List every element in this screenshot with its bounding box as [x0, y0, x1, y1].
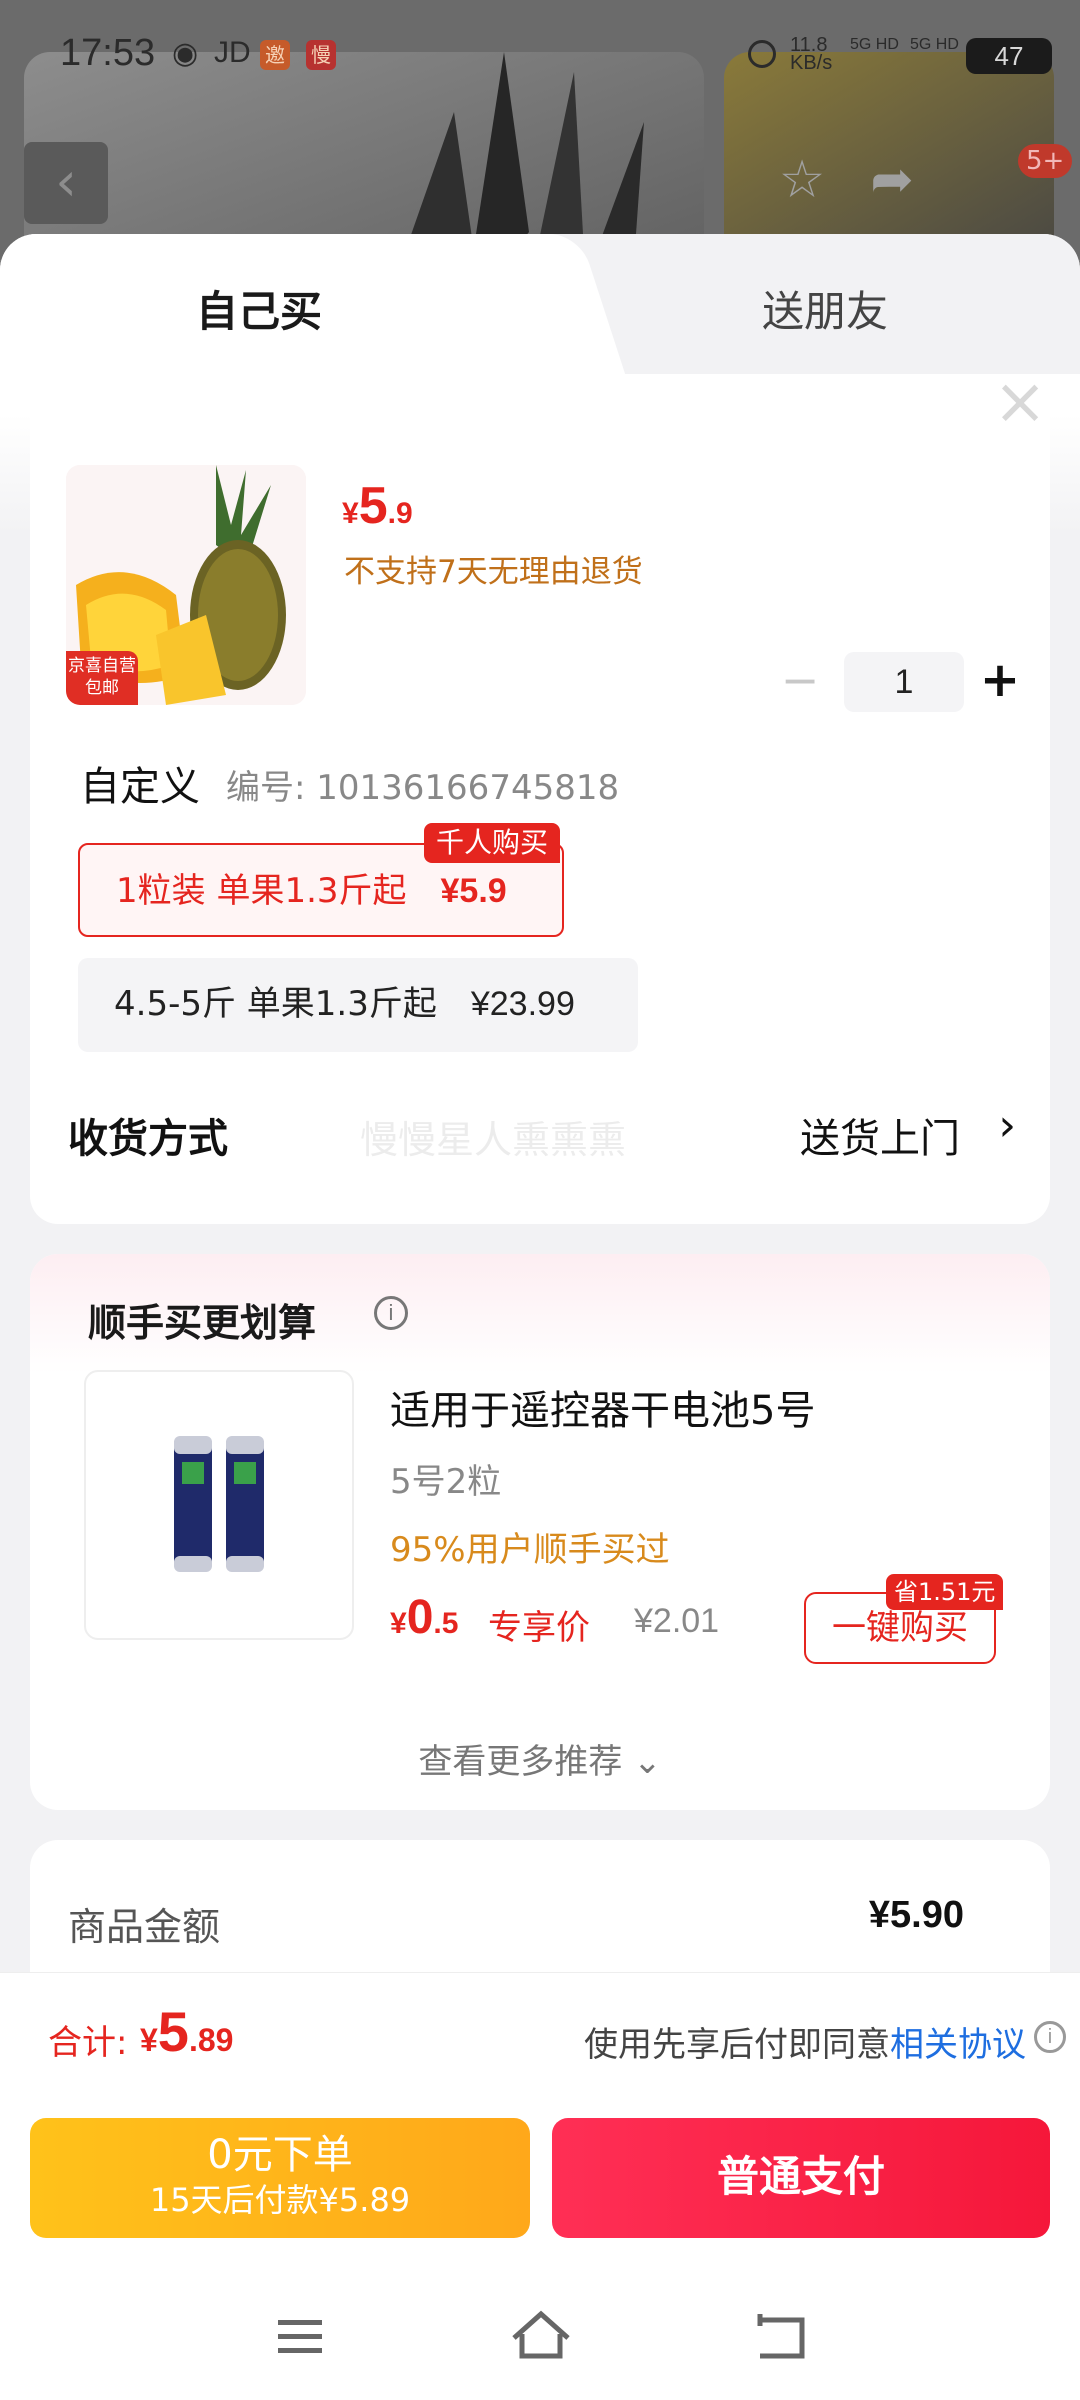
goods-amount-label: 商品金额 [68, 1905, 221, 1949]
recommended-item-price: ¥0.5 [390, 1590, 458, 1645]
tag-line-2: 包邮 [85, 678, 119, 698]
price-symbol: ¥ [390, 1607, 407, 1640]
pay-later-subtitle: 15天后付款¥5.89 [149, 2181, 411, 2219]
exclusive-price-label: 专享价 [488, 1608, 590, 1648]
chevron-down-icon: ⌄ [633, 1742, 662, 1782]
tab-gift-friend[interactable]: 送朋友 [762, 278, 888, 339]
self-operated-tag: 京喜自营 包邮 [66, 651, 138, 705]
network-speed: 11.8 KB/s [790, 35, 833, 74]
quantity-stepper: − 1 + [770, 652, 1020, 712]
total-bar: 合计: ¥5.89 使用先享后付即同意相关协议 i [0, 1972, 1080, 2104]
goods-amount-value: ¥5.90 [868, 1894, 964, 1936]
decrease-quantity-button[interactable]: − [770, 652, 830, 712]
tag-line-1: 京喜自营 [68, 656, 136, 676]
status-bar: 17:53 ◉ JD 邀 慢 11.8 KB/s 5G HD 5G HD 47 [0, 0, 1080, 110]
favorite-icon[interactable]: ☆ [772, 150, 832, 210]
agreement-link[interactable]: 相关协议 [890, 2025, 1026, 2065]
share-icon[interactable]: ➦ [862, 150, 922, 210]
product-price: ¥5.9 [342, 476, 413, 536]
shipping-watermark: 慢慢星人熏熏熏 [360, 1118, 627, 1162]
total-price: ¥5.89 [140, 1999, 233, 2064]
app-notification-icon: 慢 [306, 40, 336, 70]
menu-icon[interactable] [264, 2306, 334, 2366]
return-notice: 不支持7天无理由退货 [344, 554, 643, 590]
pay-later-button[interactable]: 0元下单 15天后付款¥5.89 [30, 2118, 530, 2238]
shipping-method-value[interactable]: 送货上门 [800, 1106, 960, 1164]
back-icon[interactable] [746, 2306, 816, 2366]
tab-self-buy[interactable]: 自己买 [196, 278, 322, 339]
app-notification-icon: 邀 [260, 40, 290, 70]
recommendation-card: 顺手买更划算 i 适用于遥控器干电池5号 5号2粒 95%用户顺手买过 ¥0.5… [30, 1254, 1050, 1810]
see-more-recommendations[interactable]: 查看更多推荐 ⌄ [30, 1734, 1050, 1783]
chevron-right-icon[interactable]: › [998, 1100, 1016, 1151]
spec-option-price: ¥23.99 [470, 985, 575, 1023]
price-integer: 5 [157, 2000, 189, 2063]
social-proof-text: 95%用户顺手买过 [390, 1530, 670, 1570]
spec-code: 编号: 10136166745818 [226, 768, 620, 808]
total-label: 合计: [48, 2023, 128, 2063]
spec-option-price: ¥5.9 [440, 872, 507, 910]
back-icon[interactable]: ‹ [24, 142, 108, 224]
spec-option-label: 1粒装 单果1.3斤起 [116, 871, 407, 911]
spec-title: 自定义 [80, 764, 200, 810]
network-speed-unit: KB/s [790, 52, 833, 74]
recommended-item-spec: 5号2粒 [390, 1462, 502, 1502]
shipping-label: 收货方式 [68, 1116, 228, 1162]
original-price: ¥2.01 [634, 1602, 720, 1640]
spec-option[interactable]: 4.5-5斤 单果1.3斤起 ¥23.99 [78, 958, 638, 1052]
close-icon[interactable]: × [990, 370, 1050, 434]
price-decimal: .9 [387, 497, 413, 530]
system-nav-bar [0, 2270, 1080, 2400]
alarm-icon [748, 40, 776, 68]
cart-badge: 5+ [1018, 144, 1073, 178]
pay-now-button[interactable]: 普通支付 [552, 2118, 1050, 2238]
price-symbol: ¥ [342, 497, 359, 530]
price-integer: 0 [406, 1591, 434, 1644]
quantity-input[interactable]: 1 [844, 652, 964, 712]
recommendation-title: 顺手买更划算 [88, 1301, 317, 1345]
price-symbol: ¥ [140, 2022, 158, 2058]
info-icon[interactable]: i [374, 1296, 408, 1330]
purchase-tabs: 自己买 送朋友 [0, 234, 1080, 384]
price-decimal: .5 [433, 1607, 459, 1640]
price-decimal: .89 [188, 2022, 234, 2058]
agreement-notice: 使用先享后付即同意相关协议 [584, 2017, 1026, 2066]
product-card: 京喜自营 包邮 ¥5.9 不支持7天无理由退货 − 1 + 自定义 编号: 10… [30, 374, 1050, 1224]
info-icon[interactable]: i [1034, 2021, 1066, 2053]
home-icon[interactable] [506, 2306, 576, 2366]
see-more-label: 查看更多推荐 [418, 1742, 623, 1782]
price-integer: 5 [358, 477, 388, 535]
jd-app-label: JD [214, 36, 251, 69]
spec-option-label: 4.5-5斤 单果1.3斤起 [114, 984, 437, 1024]
agreement-text: 使用先享后付即同意 [584, 2025, 890, 2065]
pay-later-title: 0元下单 [207, 2132, 353, 2178]
popular-badge: 千人购买 [424, 823, 561, 863]
recommended-item-name[interactable]: 适用于遥控器干电池5号 [390, 1378, 815, 1436]
product-image: 京喜自营 包邮 [66, 465, 306, 705]
battery-level: 47 [966, 38, 1052, 74]
signal-label-1: 5G HD [850, 36, 899, 53]
signal-label-2: 5G HD [910, 36, 959, 53]
savings-badge: 省1.51元 [886, 1574, 1004, 1610]
battery-image [174, 1436, 264, 1572]
recommended-item-image[interactable] [84, 1370, 354, 1640]
wechat-icon: ◉ [172, 37, 199, 70]
status-time: 17:53 [60, 32, 156, 74]
increase-quantity-button[interactable]: + [970, 652, 1030, 712]
